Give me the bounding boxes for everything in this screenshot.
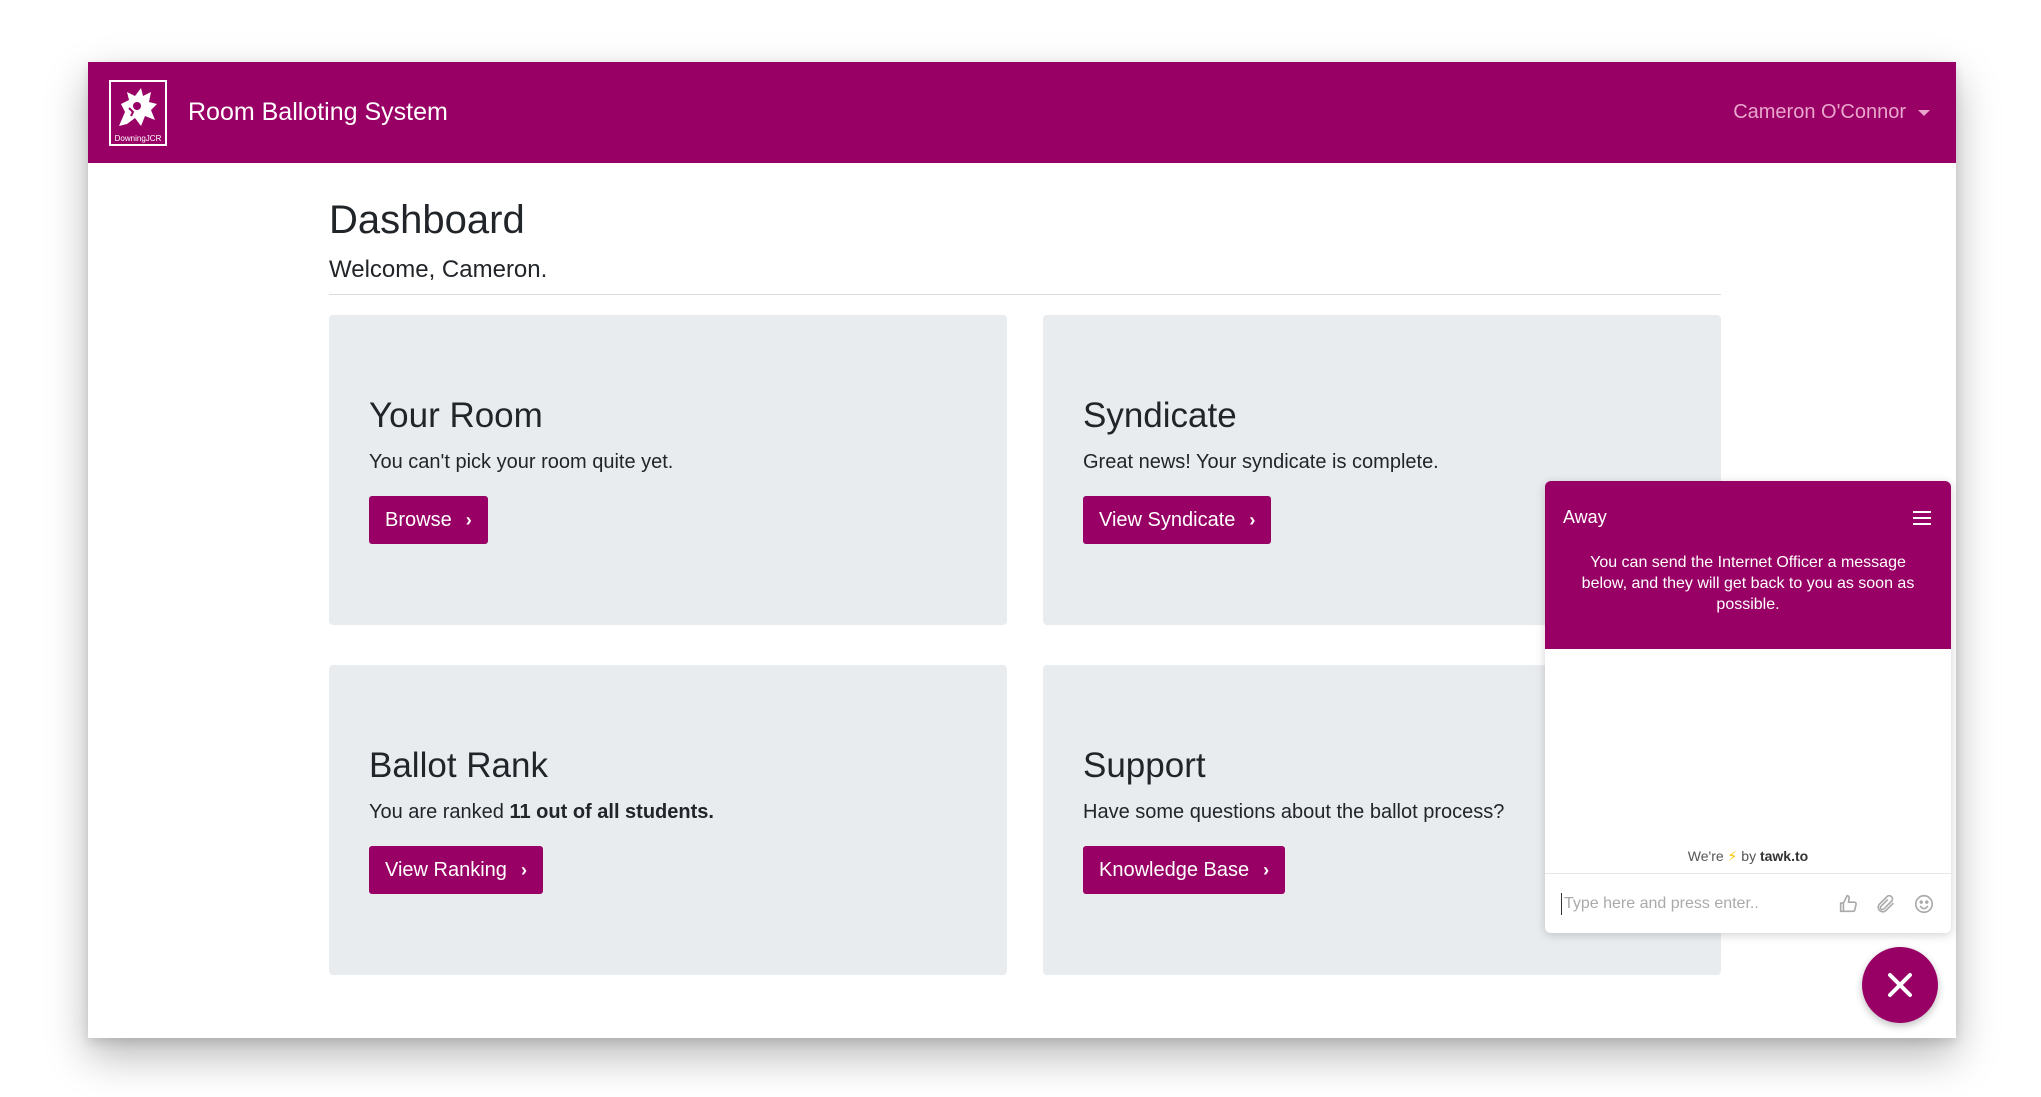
- view-syndicate-button[interactable]: View Syndicate ›: [1083, 496, 1272, 544]
- powered-prefix: We're: [1687, 848, 1724, 864]
- rank-value: 11 out of all students.: [509, 801, 714, 823]
- menu-icon[interactable]: [1913, 511, 1931, 529]
- jcr-logo[interactable]: DowningJCR: [109, 79, 167, 146]
- navbar: DowningJCR Room Balloting System Cameron…: [88, 62, 1956, 163]
- chat-widget: Away You can send the Internet Officer a…: [1545, 481, 1951, 933]
- card-title: Your Room: [369, 396, 543, 435]
- chat-messages-area: We're ⚡ by tawk.to: [1545, 649, 1951, 873]
- card-title: Syndicate: [1083, 396, 1237, 435]
- chevron-right-icon: ›: [1263, 859, 1270, 880]
- thumbs-up-icon[interactable]: [1835, 891, 1861, 917]
- chat-message-input[interactable]: [1561, 892, 1823, 915]
- chevron-right-icon: ›: [465, 509, 472, 530]
- paperclip-icon[interactable]: [1873, 891, 1899, 917]
- card-text: Great news! Your syndicate is complete.: [1083, 451, 1439, 473]
- logo-text: DowningJCR: [114, 133, 162, 143]
- main-content: Dashboard Welcome, Cameron. Your Room Yo…: [329, 163, 1721, 975]
- card-text: You are ranked 11 out of all students.: [369, 801, 967, 824]
- card-text: You can't pick your room quite yet.: [369, 451, 674, 473]
- app-title[interactable]: Room Balloting System: [188, 98, 448, 127]
- tawk-brand: tawk.to: [1759, 848, 1809, 864]
- divider: [329, 294, 1721, 295]
- chat-away-message: You can send the Internet Officer a mess…: [1581, 554, 1915, 613]
- browse-button[interactable]: Browse ›: [369, 496, 488, 544]
- chat-input-row: [1545, 873, 1951, 933]
- close-icon: [1888, 973, 1912, 997]
- view-ranking-button[interactable]: View Ranking ›: [369, 846, 543, 894]
- card-title: Ballot Rank: [369, 746, 548, 785]
- powered-by-word: by: [1741, 848, 1757, 864]
- chevron-down-icon: [1918, 109, 1930, 116]
- card-ballot-rank: Ballot Rank You are ranked 11 out of all…: [329, 665, 1007, 975]
- button-label: View Ranking: [385, 858, 507, 881]
- emoji-icon[interactable]: [1911, 891, 1937, 917]
- welcome-text: Welcome, Cameron.: [329, 256, 548, 283]
- chat-status: Away: [1563, 507, 1607, 527]
- dashboard-grid: Your Room You can't pick your room quite…: [329, 315, 1721, 975]
- page-title: Dashboard: [329, 198, 525, 242]
- lightning-icon: ⚡: [1727, 848, 1738, 864]
- card-your-room: Your Room You can't pick your room quite…: [329, 315, 1007, 625]
- chevron-right-icon: ›: [520, 859, 527, 880]
- griffin-icon: [119, 87, 157, 126]
- button-label: Browse: [385, 508, 452, 531]
- knowledge-base-button[interactable]: Knowledge Base ›: [1083, 846, 1286, 894]
- user-menu-dropdown[interactable]: Cameron O'Connor: [1733, 101, 1930, 124]
- chat-close-button[interactable]: [1862, 947, 1938, 1023]
- button-label: Knowledge Base: [1099, 858, 1250, 881]
- chevron-right-icon: ›: [1249, 509, 1256, 530]
- user-name: Cameron O'Connor: [1733, 101, 1906, 123]
- rank-prefix: You are ranked: [369, 801, 510, 823]
- powered-by[interactable]: We're ⚡ by tawk.to: [1545, 848, 1951, 865]
- button-label: View Syndicate: [1099, 508, 1236, 531]
- chat-header: Away You can send the Internet Officer a…: [1545, 481, 1951, 649]
